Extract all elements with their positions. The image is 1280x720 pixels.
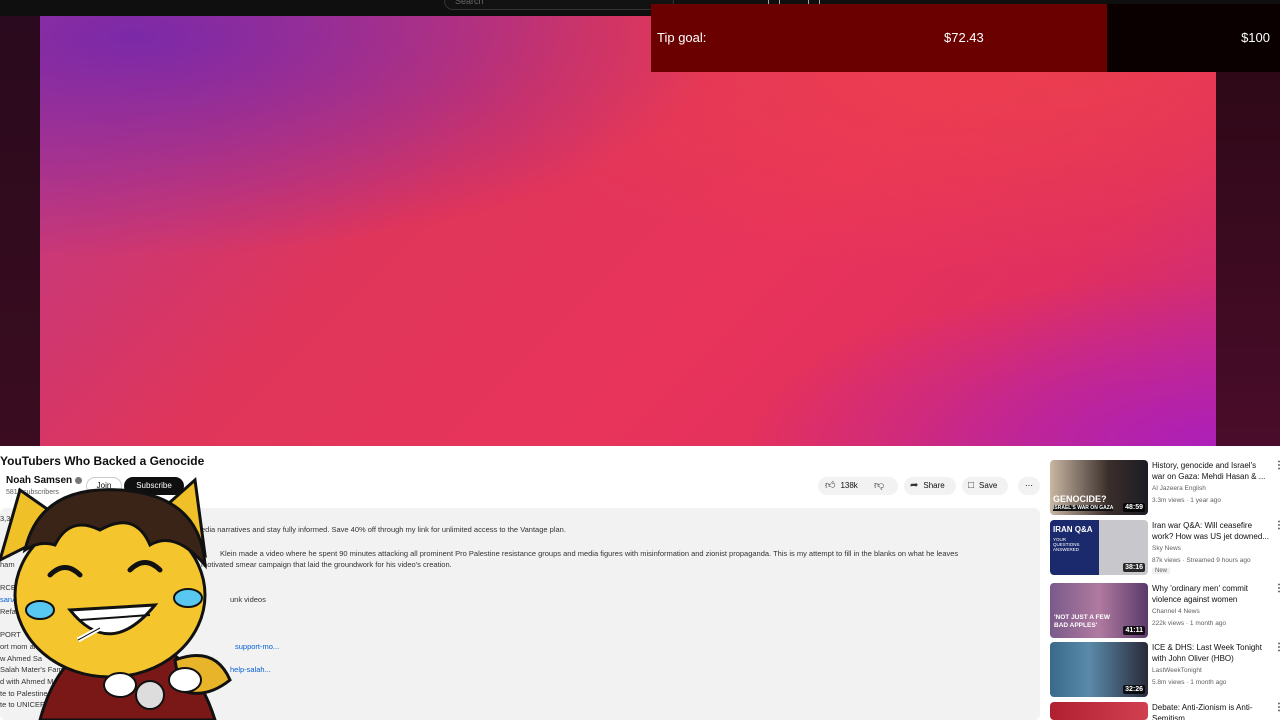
more-icon[interactable]: ⋮ (1274, 520, 1280, 531)
more-actions-button[interactable]: ⋯ (1018, 477, 1040, 495)
video-thumbnail[interactable] (1050, 702, 1148, 720)
tip-goal-target: $100 (1241, 30, 1270, 45)
recommended-channel[interactable]: Channel 4 News (1152, 608, 1200, 615)
recommended-video[interactable]: GENOCIDE? ISRAEL'S WAR ON GAZA 48:59 His… (1050, 460, 1280, 516)
video-thumbnail[interactable]: 32:26 (1050, 642, 1148, 697)
save-label: Save (979, 481, 998, 490)
recommended-channel[interactable]: Sky News (1152, 545, 1181, 552)
like-icon: 👍︎ (825, 480, 836, 491)
share-icon: ➦ (910, 480, 919, 491)
tip-goal-overlay: Tip goal: $72.43 $100 (651, 4, 1280, 72)
recommended-meta: 3.3m views · 1 year ago (1152, 497, 1222, 504)
recommended-channel[interactable]: LastWeekTonight (1152, 667, 1202, 674)
more-icon[interactable]: ⋮ (1274, 642, 1280, 653)
search-input[interactable]: Search (444, 0, 674, 10)
recommended-meta: 87k views · Streamed 9 hours ago (1152, 557, 1251, 564)
video-thumbnail[interactable]: GENOCIDE? ISRAEL'S WAR ON GAZA 48:59 (1050, 460, 1148, 515)
recommended-channel[interactable]: Al Jazeera English (1152, 485, 1206, 492)
thumbnail-headline: GENOCIDE? (1053, 494, 1107, 504)
more-icon[interactable]: ⋮ (1274, 460, 1280, 471)
recommended-title[interactable]: Iran war Q&A: Will ceasefire work? How w… (1152, 520, 1270, 542)
mascot-body (0, 477, 232, 720)
like-dislike-group: 👍︎ 138k 👎︎ (818, 477, 898, 495)
thumbnail-subline: ISRAEL'S WAR ON GAZA (1053, 505, 1114, 511)
new-badge: New (1152, 568, 1171, 574)
thumbnail-headline: 'NOT JUST A FEW BAD APPLES' (1054, 614, 1110, 629)
recommended-video[interactable]: IRAN Q&A YOUR QUESTIONS ANSWERED 38:16 I… (1050, 520, 1280, 576)
recommended-title[interactable]: Debate: Anti-Zionism is Anti-Semitism (1152, 702, 1270, 720)
recommended-meta: 222k views · 1 month ago (1152, 620, 1227, 627)
share-button[interactable]: ➦ Share (904, 477, 956, 495)
dislike-icon: 👎︎ (874, 480, 885, 491)
video-thumbnail[interactable]: 'NOT JUST A FEW BAD APPLES' 41:11 (1050, 583, 1148, 638)
recommended-video[interactable]: 32:26 ICE & DHS: Last Week Tonight with … (1050, 642, 1280, 698)
thumbnail-subline: YOUR QUESTIONS ANSWERED (1053, 537, 1080, 552)
video-duration: 32:26 (1123, 685, 1145, 694)
recommended-meta: 5.8m views · 1 month ago (1152, 679, 1227, 686)
save-button[interactable]: □ Save (962, 477, 1008, 495)
dislike-button[interactable]: 👎︎ (864, 477, 889, 495)
recommended-title[interactable]: ICE & DHS: Last Week Tonight with John O… (1152, 642, 1270, 664)
more-icon[interactable]: ⋮ (1274, 583, 1280, 594)
like-count: 138k (840, 481, 858, 490)
more-icon[interactable]: ⋮ (1274, 702, 1280, 713)
more-icon: ⋯ (1025, 481, 1033, 490)
tip-goal-progress-bar (651, 4, 1107, 72)
video-title: YouTubers Who Backed a Genocide (0, 454, 205, 468)
recommended-title[interactable]: History, genocide and Israel's war on Ga… (1152, 460, 1270, 482)
tip-goal-label: Tip goal: (657, 30, 707, 45)
video-duration: 41:11 (1123, 626, 1145, 635)
recommended-video[interactable]: 'NOT JUST A FEW BAD APPLES' 41:11 Why 'o… (1050, 583, 1280, 639)
description-line: edia narratives and stay fully informed.… (201, 525, 566, 534)
video-letterbox-right (1216, 16, 1280, 446)
tip-goal-current: $72.43 (944, 30, 984, 45)
recommended-video[interactable]: Debate: Anti-Zionism is Anti-Semitism ⋮ (1050, 702, 1280, 720)
screen: Search Tip goal: $72.43 $100 YouTubers W… (0, 0, 1280, 720)
video-letterbox-left (0, 16, 40, 446)
share-label: Share (923, 481, 945, 490)
like-button[interactable]: 👍︎ 138k (818, 477, 864, 495)
recommended-title[interactable]: Why 'ordinary men' commit violence again… (1152, 583, 1270, 605)
description-line: Klein made a video where he spent 90 min… (220, 549, 959, 558)
video-duration: 38:16 (1123, 563, 1145, 572)
streamer-mascot-avatar (0, 477, 232, 720)
video-duration: 48:59 (1123, 503, 1145, 512)
thumbnail-headline: IRAN Q&A (1053, 525, 1093, 534)
video-player[interactable] (40, 16, 1216, 446)
video-thumbnail[interactable]: IRAN Q&A YOUR QUESTIONS ANSWERED 38:16 (1050, 520, 1148, 575)
save-icon: □ (968, 480, 975, 491)
